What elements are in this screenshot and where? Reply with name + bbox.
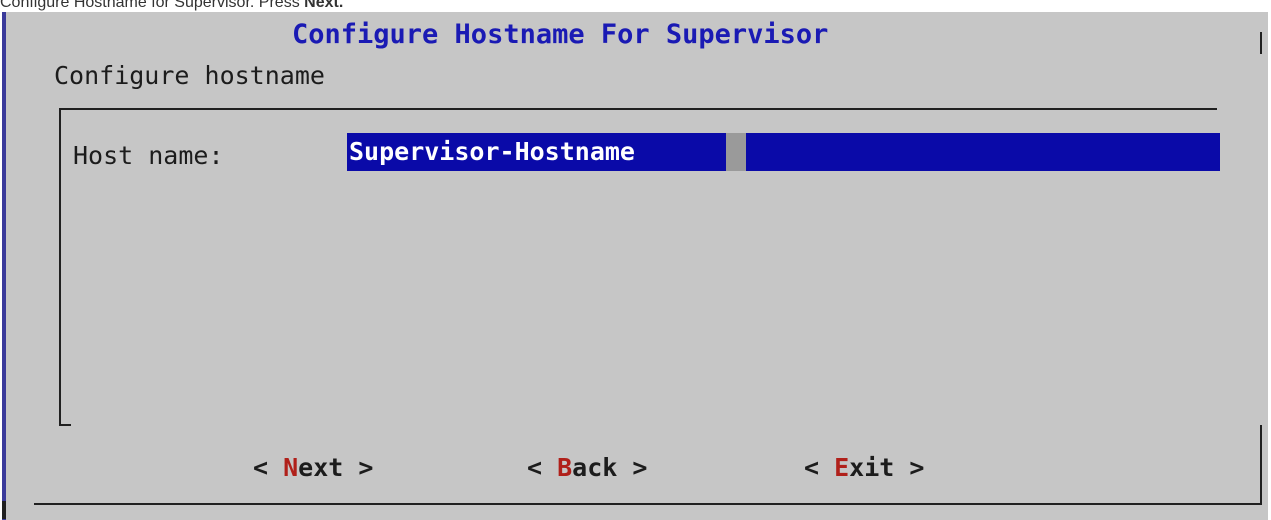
- exit-button-open: <: [804, 453, 835, 482]
- dialog-subtitle: Configure hostname: [54, 61, 325, 90]
- back-button[interactable]: < Back >: [527, 451, 647, 485]
- exit-button-close: >: [894, 453, 925, 482]
- form-box-left-edge: [59, 108, 61, 426]
- form-box-top-edge: [59, 108, 1217, 110]
- next-button-open: <: [253, 453, 284, 482]
- caption-text: Configure Hostname for Supervisor. Press: [0, 0, 305, 11]
- next-button-label: ext: [298, 453, 344, 482]
- exit-button-hotkey: E: [834, 453, 850, 482]
- text-cursor: [726, 133, 746, 171]
- dialog-bottom-edge: [34, 503, 1262, 505]
- host-name-value: Supervisor-Hostname: [349, 137, 635, 166]
- dialog-right-lower-edge: [1260, 425, 1262, 505]
- exit-button[interactable]: < Exit >: [804, 451, 924, 485]
- exit-button-label: xit: [849, 453, 895, 482]
- next-button[interactable]: < Next >: [253, 451, 373, 485]
- dialog-bottom-left-tick: [2, 501, 6, 519]
- dialog-top-right-tick: [1260, 32, 1262, 54]
- dialog-title: Configure Hostname For Supervisor: [292, 19, 829, 50]
- caption-emphasis: Next.: [304, 0, 344, 11]
- form-box-bottom-left-tick: [59, 424, 71, 426]
- screenshot-caption: Configure Hostname for Supervisor. Press…: [0, 0, 343, 12]
- host-name-label: Host name:: [73, 141, 224, 170]
- back-button-close: >: [617, 453, 648, 482]
- next-button-hotkey: N: [283, 453, 299, 482]
- next-button-close: >: [343, 453, 374, 482]
- back-button-hotkey: B: [557, 453, 573, 482]
- back-button-open: <: [527, 453, 558, 482]
- back-button-label: ack: [572, 453, 618, 482]
- host-name-input[interactable]: Supervisor-Hostname: [347, 133, 1220, 171]
- hostname-dialog: Configure Hostname For Supervisor Config…: [2, 12, 1268, 520]
